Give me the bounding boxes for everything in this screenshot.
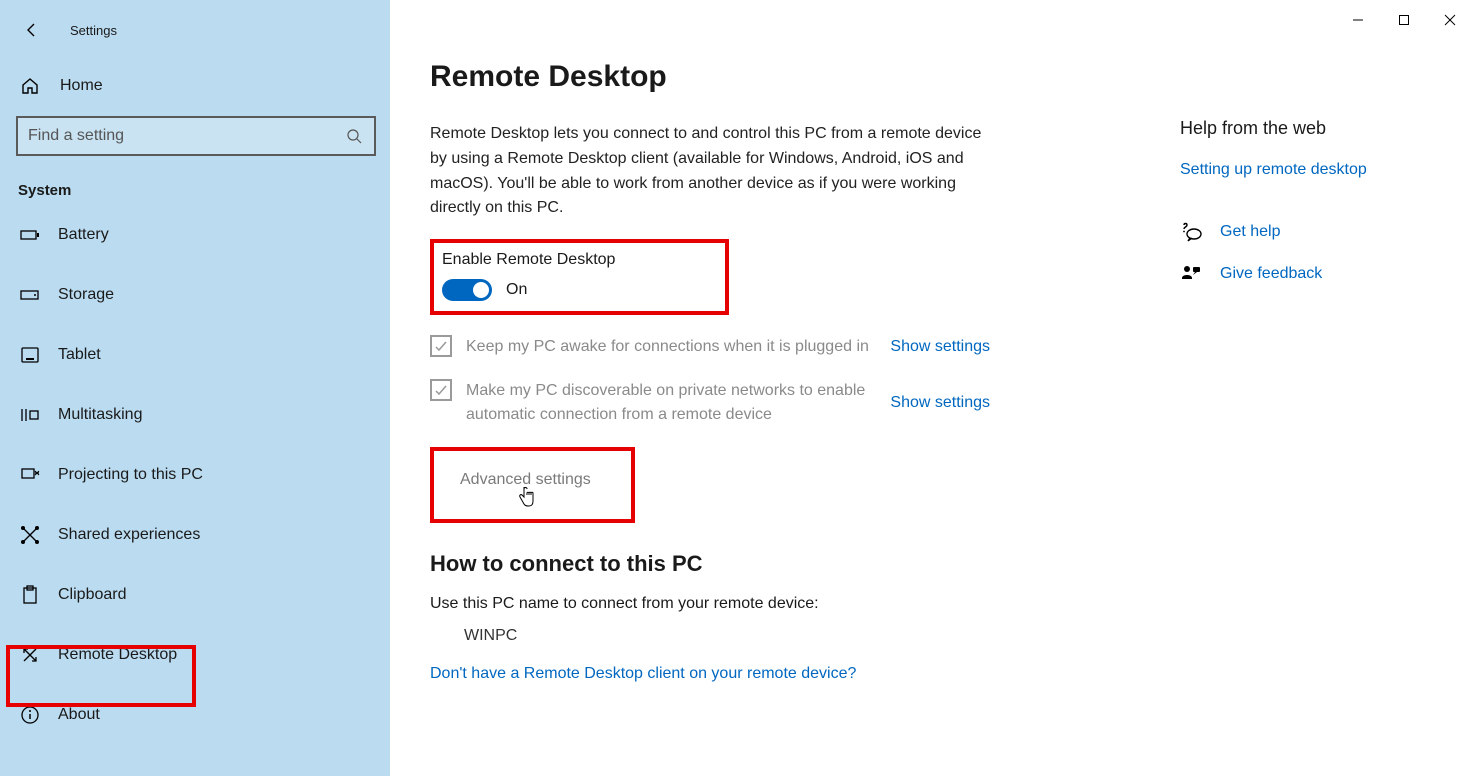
sidebar-item-label: Tablet	[58, 346, 101, 364]
projecting-icon	[20, 467, 40, 483]
battery-icon	[20, 228, 40, 242]
sidebar-item-multitasking[interactable]: Multitasking	[0, 385, 390, 445]
connect-description: Use this PC name to connect from your re…	[430, 595, 1090, 613]
storage-icon	[20, 288, 40, 302]
about-icon	[20, 705, 40, 725]
main-content: Remote Desktop Remote Desktop lets you c…	[390, 0, 1479, 776]
maximize-button[interactable]	[1381, 4, 1427, 36]
minimize-icon	[1352, 14, 1364, 26]
search-input[interactable]	[28, 127, 346, 145]
sidebar-header: Settings	[0, 6, 390, 66]
shared-icon	[20, 525, 40, 545]
give-feedback-row[interactable]: Give feedback	[1180, 263, 1367, 285]
sidebar-item-label: Shared experiences	[58, 526, 200, 544]
sidebar-item-label: Battery	[58, 226, 109, 244]
highlight-box-enable: Enable Remote Desktop On	[430, 239, 729, 315]
home-icon	[20, 76, 40, 96]
sidebar-item-about[interactable]: About	[0, 685, 390, 745]
multitasking-icon	[20, 407, 40, 423]
sidebar-item-clipboard[interactable]: Clipboard	[0, 565, 390, 625]
search-box[interactable]	[16, 116, 376, 156]
sidebar-item-storage[interactable]: Storage	[0, 265, 390, 325]
sidebar-item-label: Remote Desktop	[58, 646, 177, 664]
check-icon	[434, 383, 448, 397]
sidebar-item-remote-desktop[interactable]: Remote Desktop	[0, 625, 390, 685]
sidebar-item-projecting[interactable]: Projecting to this PC	[0, 445, 390, 505]
app-title: Settings	[70, 23, 117, 38]
page-title: Remote Desktop	[430, 60, 1090, 94]
sidebar-item-tablet[interactable]: Tablet	[0, 325, 390, 385]
tablet-icon	[20, 347, 40, 363]
feedback-icon	[1180, 263, 1202, 285]
highlight-box-advanced: Advanced settings	[430, 447, 635, 523]
sidebar-item-shared-experiences[interactable]: Shared experiences	[0, 505, 390, 565]
connect-heading: How to connect to this PC	[430, 551, 1090, 577]
close-icon	[1444, 14, 1456, 26]
search-icon	[346, 127, 364, 145]
sidebar: Settings Home System Battery Storage Tab…	[0, 0, 390, 776]
arrow-left-icon	[24, 22, 40, 38]
window-controls	[1335, 4, 1473, 36]
show-settings-link-1[interactable]: Show settings	[890, 338, 990, 356]
sidebar-item-label: Clipboard	[58, 586, 126, 604]
enable-toggle-row: On	[442, 279, 615, 301]
minimize-button[interactable]	[1335, 4, 1381, 36]
discoverable-checkbox[interactable]	[430, 379, 452, 401]
help-title: Help from the web	[1180, 118, 1367, 139]
sidebar-item-label: Projecting to this PC	[58, 466, 203, 484]
search-wrap	[0, 106, 390, 172]
clipboard-icon	[20, 585, 40, 605]
enable-remote-desktop-toggle[interactable]	[442, 279, 492, 301]
enable-remote-desktop-label: Enable Remote Desktop	[442, 251, 615, 269]
category-label: System	[0, 172, 390, 205]
show-settings-link-2[interactable]: Show settings	[890, 394, 990, 412]
cursor-pointer-icon	[518, 485, 536, 511]
home-label: Home	[60, 77, 103, 95]
remote-desktop-icon	[20, 645, 40, 665]
back-button[interactable]	[16, 14, 48, 46]
get-help-label: Get help	[1220, 223, 1280, 241]
sidebar-item-label: Multitasking	[58, 406, 142, 424]
discoverable-label: Make my PC discoverable on private netwo…	[466, 379, 876, 427]
content-column: Remote Desktop Remote Desktop lets you c…	[430, 60, 1090, 776]
maximize-icon	[1398, 14, 1410, 26]
sidebar-item-battery[interactable]: Battery	[0, 205, 390, 265]
get-help-icon	[1180, 221, 1202, 243]
no-client-link[interactable]: Don't have a Remote Desktop client on yo…	[430, 665, 1090, 683]
toggle-state-label: On	[506, 281, 527, 299]
get-help-row[interactable]: Get help	[1180, 221, 1367, 243]
sidebar-item-label: Storage	[58, 286, 114, 304]
close-button[interactable]	[1427, 4, 1473, 36]
help-setup-link[interactable]: Setting up remote desktop	[1180, 161, 1367, 179]
help-column: Help from the web Setting up remote desk…	[1180, 60, 1367, 776]
check-icon	[434, 339, 448, 353]
keep-awake-label: Keep my PC awake for connections when it…	[466, 335, 876, 359]
keep-awake-checkbox[interactable]	[430, 335, 452, 357]
option-discoverable-row: Make my PC discoverable on private netwo…	[430, 379, 990, 427]
pc-name-value: WINPC	[464, 627, 1090, 645]
give-feedback-label: Give feedback	[1220, 265, 1322, 283]
page-description: Remote Desktop lets you connect to and c…	[430, 122, 990, 221]
sidebar-home[interactable]: Home	[0, 66, 390, 106]
option-keep-awake-row: Keep my PC awake for connections when it…	[430, 335, 990, 359]
sidebar-item-label: About	[58, 706, 100, 724]
